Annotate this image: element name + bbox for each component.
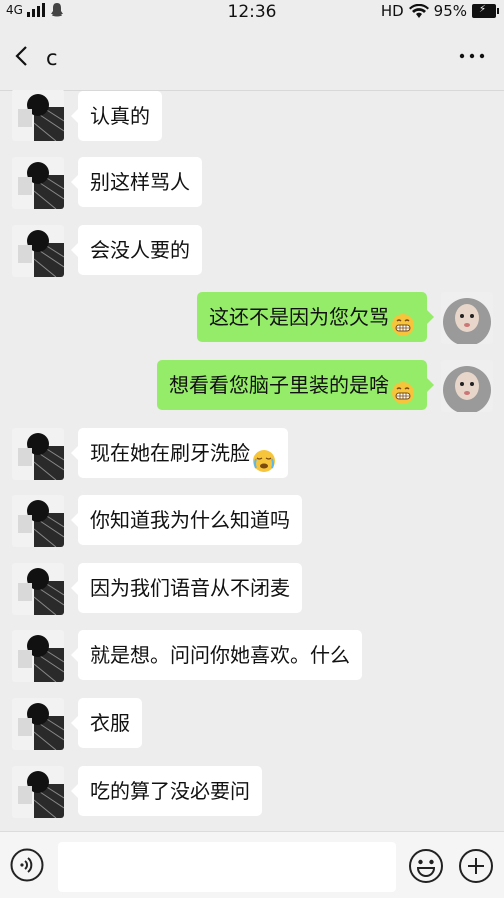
avatar[interactable] [441,360,493,412]
hd-label: HD [380,2,404,20]
avatar[interactable] [441,292,493,344]
battery-percent: 95% [433,2,467,20]
avatar[interactable] [12,563,64,615]
message-bubble[interactable]: 你知道我为什么知道吗 [71,495,302,545]
message-text: 现在她在刷牙洗脸 [90,441,250,465]
message-bubble[interactable]: 现在她在刷牙洗脸 [71,428,288,478]
message-bubble[interactable]: 认真的 [71,91,162,141]
avatar[interactable] [12,428,64,480]
battery-icon: ⚡ [472,4,499,18]
status-bar: 4G 12:36 HD 95% ⚡ [0,0,504,24]
status-right: HD 95% ⚡ [380,2,499,20]
message-text: 这还不是因为您欠骂 [209,305,389,329]
back-icon[interactable] [10,44,34,68]
message-bubble[interactable]: 就是想。问问你她喜欢。什么 [71,630,362,680]
grin-emoji-icon [391,373,415,404]
voice-icon[interactable] [10,848,44,882]
message-bubble[interactable]: 想看看您脑子里装的是啥 [157,360,434,410]
chat-header: c [0,24,504,91]
message-input[interactable] [58,842,396,892]
chat-title: c [46,46,58,70]
avatar[interactable] [12,766,64,818]
message-bubble[interactable]: 衣服 [71,698,142,748]
message-bubble[interactable]: 别这样骂人 [71,157,202,207]
message-bubble[interactable]: 因为我们语音从不闭麦 [71,563,302,613]
chat-input-bar [0,831,504,898]
avatar[interactable] [12,630,64,682]
plus-icon[interactable] [458,848,494,884]
message-bubble[interactable]: 吃的算了没必要问 [71,766,262,816]
avatar[interactable] [12,90,64,141]
avatar[interactable] [12,225,64,277]
message-bubble[interactable]: 会没人要的 [71,225,202,275]
avatar[interactable] [12,157,64,209]
message-text: 想看看您脑子里装的是啥 [169,373,389,397]
more-icon[interactable] [458,46,486,66]
avatar[interactable] [12,698,64,750]
avatar[interactable] [12,495,64,547]
smile-icon[interactable] [408,848,444,884]
wifi-icon [408,3,429,18]
message-list[interactable]: 认真的 别这样骂人 会没人要的 这还不是因为您欠骂 想看看您脑子里装的是啥 现在… [0,90,504,831]
crying-emoji-icon [252,441,276,472]
message-bubble[interactable]: 这还不是因为您欠骂 [197,292,434,342]
grin-emoji-icon [391,305,415,336]
